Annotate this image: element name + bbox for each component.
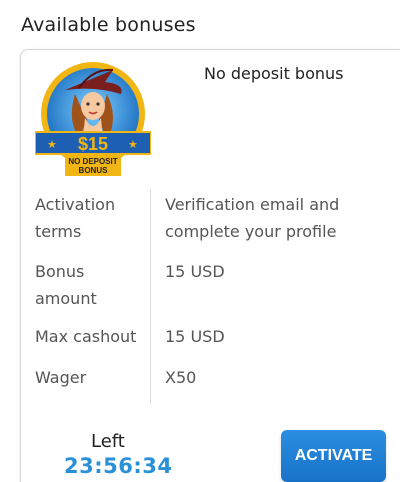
- max-cashout-value: 15 USD: [165, 327, 225, 346]
- activate-button[interactable]: ACTIVATE: [281, 430, 386, 482]
- column-divider: [150, 190, 151, 404]
- time-left-label: Left: [91, 431, 125, 452]
- wager-label: Wager: [35, 368, 87, 387]
- activation-terms-label: Activation terms: [35, 195, 116, 241]
- activation-terms-value: Verification email and complete your pro…: [165, 195, 340, 241]
- section-title: Available bonuses: [21, 14, 196, 36]
- badge-amount: $15: [78, 134, 108, 154]
- bonus-amount-label: Bonus amount: [35, 262, 97, 308]
- svg-text:★: ★: [47, 138, 57, 151]
- badge-line-2: BONUS: [79, 166, 109, 175]
- max-cashout-label: Max cashout: [35, 327, 137, 346]
- svg-text:★: ★: [128, 138, 138, 151]
- badge-line-1: NO DEPOSIT: [68, 157, 117, 166]
- wager-value: X50: [165, 368, 197, 387]
- bonus-badge-image: ★ ★ $15 NO DEPOSIT BONUS: [35, 62, 151, 176]
- bonus-amount-value: 15 USD: [165, 262, 225, 281]
- countdown-timer: 23:56:34: [64, 454, 173, 478]
- bonus-card: ★ ★ $15 NO DEPOSIT BONUS No deposit bonu…: [20, 49, 400, 482]
- bonus-name: No deposit bonus: [204, 64, 344, 83]
